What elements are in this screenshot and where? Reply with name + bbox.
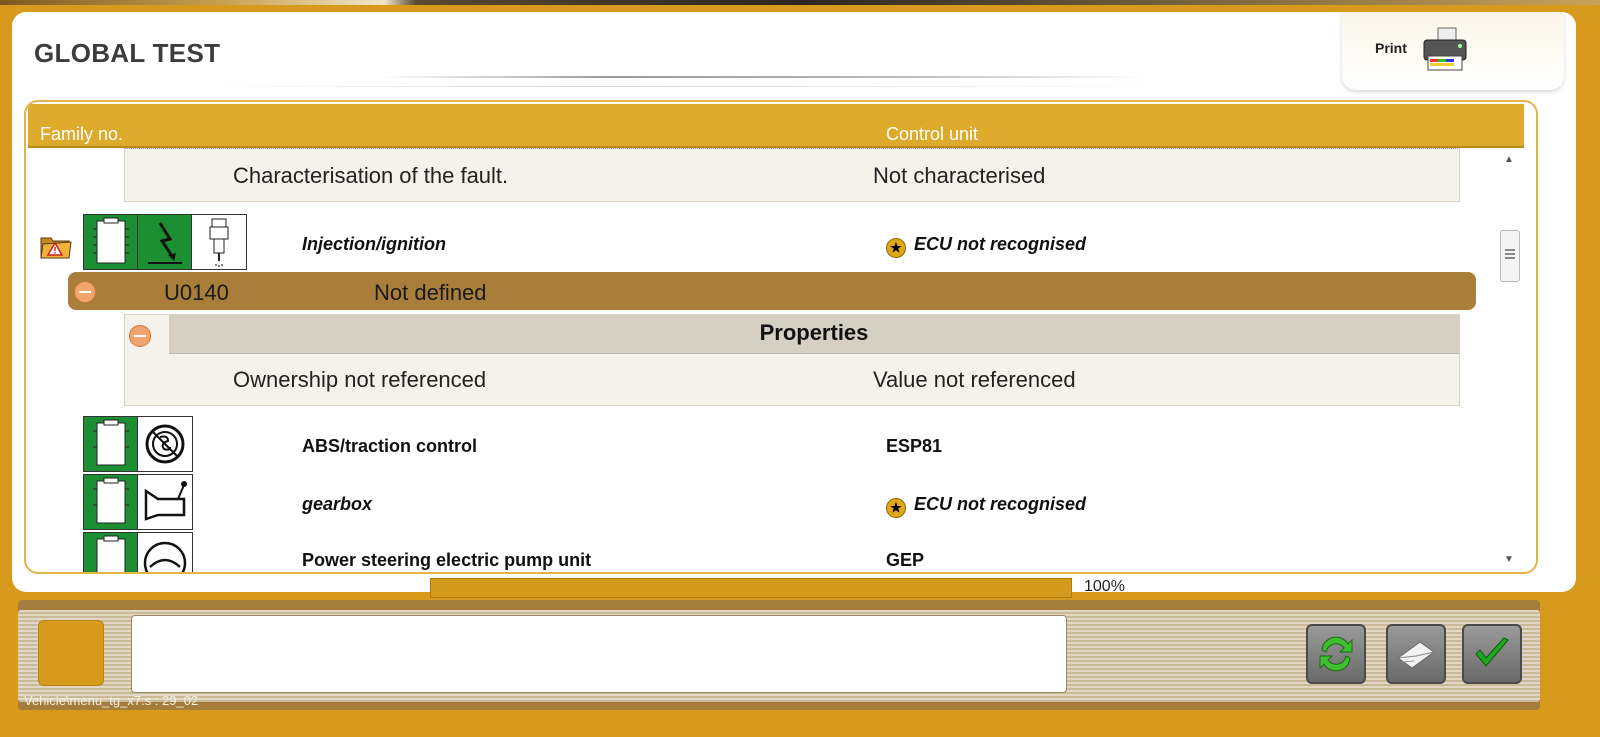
title-divider [382, 76, 1142, 78]
ecu-list: Characterisation of the fault. Not chara… [26, 148, 1496, 572]
status-indicator [38, 620, 104, 686]
table-header: Family no. Control unit [28, 104, 1524, 148]
vertical-scrollbar[interactable]: ▲ ▼ [1500, 154, 1520, 572]
lightning-icon [138, 215, 192, 269]
properties-box: Properties Ownership not referenced Valu… [124, 314, 1460, 406]
gearbox-icon [138, 475, 192, 529]
properties-title: Properties [169, 315, 1459, 354]
gearbox-name: gearbox [302, 494, 373, 514]
characterisation-label: Characterisation of the fault. [233, 163, 509, 188]
progress-fill [431, 579, 1071, 597]
status-path: Vehicle\menu_tg_x7.s : 29_02 [24, 693, 199, 708]
ecu-module-icon [84, 215, 138, 269]
page-title: GLOBAL TEST [34, 38, 221, 68]
bottom-toolbar: Vehicle\menu_tg_x7.s : 29_02 [18, 600, 1540, 710]
gearbox-ecu-status: ★ ECU not recognised [886, 494, 1086, 518]
refresh-button[interactable] [1306, 624, 1366, 684]
top-strip [0, 0, 1600, 5]
abs-icons[interactable] [83, 416, 193, 472]
print-button[interactable]: Print [1342, 12, 1564, 90]
abs-name: ABS/traction control [302, 436, 478, 456]
steering-icon [138, 533, 192, 572]
ecu-list-panel: Family no. Control unit Characterisation… [24, 100, 1538, 574]
toolbar-inner [18, 610, 1540, 702]
injection-name: Injection/ignition [302, 234, 446, 254]
column-header-control-unit[interactable]: Control unit [886, 124, 978, 145]
title-divider-secondary [212, 86, 1162, 87]
collapse-fault-icon[interactable] [74, 281, 96, 303]
envelope-button[interactable] [1386, 624, 1446, 684]
confirm-button[interactable] [1462, 624, 1522, 684]
power-steering-ecu: GEP [886, 550, 925, 570]
printer-icon [1423, 27, 1467, 71]
fault-code: U0140 [164, 280, 229, 305]
print-label: Print [1375, 40, 1407, 56]
message-box [131, 615, 1067, 693]
injector-icon [192, 215, 246, 269]
properties-value: Value not referenced [873, 367, 1076, 392]
envelope-icon [1397, 641, 1435, 669]
gearbox-ecu-text: ECU not recognised [914, 494, 1087, 514]
abs-ecu: ESP81 [886, 436, 943, 456]
fault-description: Not defined [374, 280, 487, 305]
refresh-icon [1319, 636, 1353, 672]
abs-icon [138, 417, 192, 471]
ecu-module-icon [84, 533, 138, 572]
folder-warning-icon[interactable] [39, 232, 73, 260]
injection-icons[interactable] [83, 214, 247, 270]
ecu-module-icon [84, 475, 138, 529]
fault-row[interactable]: U0140 Not defined [68, 272, 1476, 310]
power-steering-icons[interactable] [83, 532, 193, 572]
injection-ecu-text: ECU not recognised [914, 234, 1087, 254]
power-steering-name: Power steering electric pump unit [302, 550, 592, 570]
scrollbar-thumb[interactable] [1500, 230, 1520, 282]
star-icon: ★ [886, 238, 906, 258]
global-test-window: GLOBAL TEST Print Family no. Control uni… [12, 12, 1576, 592]
collapse-properties-icon[interactable] [129, 325, 151, 347]
progress-bar [430, 578, 1072, 598]
progress-label: 100% [1084, 578, 1125, 595]
ecu-module-icon [84, 417, 138, 471]
characterisation-value: Not characterised [873, 163, 1046, 188]
column-header-family[interactable]: Family no. [40, 124, 123, 145]
properties-ownership: Ownership not referenced [233, 367, 487, 392]
scroll-up-arrow-icon[interactable]: ▲ [1504, 154, 1514, 165]
injection-ecu-status: ★ ECU not recognised [886, 234, 1086, 258]
gearbox-icons[interactable] [83, 474, 193, 530]
scroll-down-arrow-icon[interactable]: ▼ [1504, 554, 1514, 565]
star-icon: ★ [886, 498, 906, 518]
checkmark-icon [1475, 637, 1509, 667]
characterisation-row: Characterisation of the fault. Not chara… [124, 148, 1460, 202]
